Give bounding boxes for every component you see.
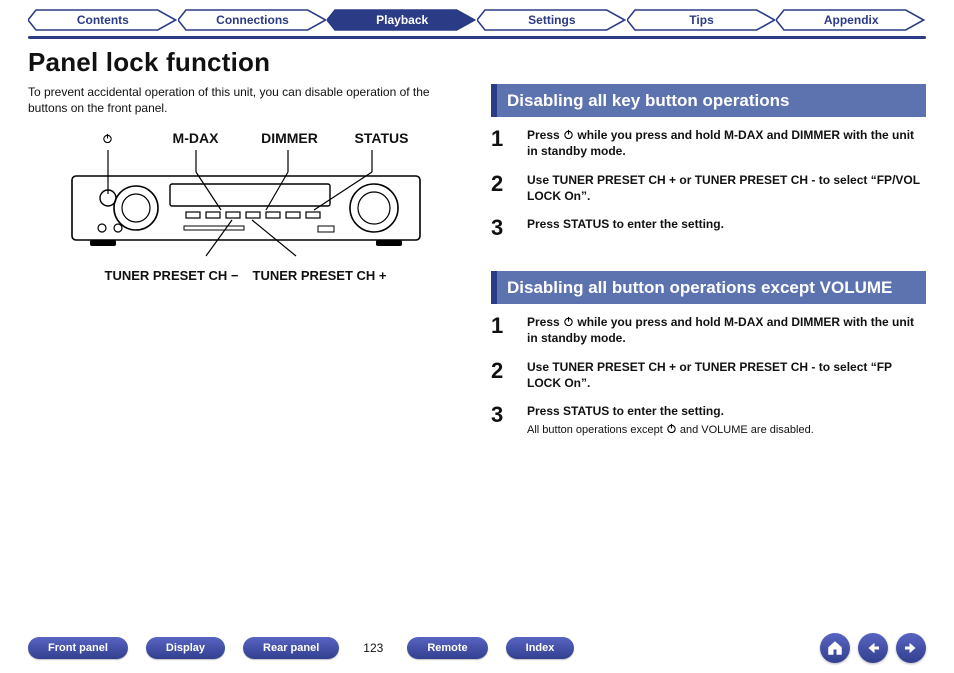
tab-tips[interactable]: Tips <box>627 8 777 32</box>
top-tab-bar: Contents Connections Playback Settings T… <box>28 8 926 32</box>
power-icon <box>563 129 574 140</box>
step-number: 2 <box>491 172 511 204</box>
section-heading: Disabling all button operations except V… <box>491 271 926 304</box>
step: 2 Use TUNER PRESET CH + or TUNER PRESET … <box>491 359 926 391</box>
power-icon <box>563 316 574 327</box>
page-number: 123 <box>363 641 383 655</box>
receiver-illustration <box>66 150 426 260</box>
step-number: 1 <box>491 314 511 346</box>
page-title: Panel lock function <box>28 47 926 78</box>
step-number: 3 <box>491 216 511 239</box>
pill-display[interactable]: Display <box>146 637 225 659</box>
label-power <box>66 130 150 146</box>
nav-home-button[interactable] <box>820 633 850 663</box>
label-status: STATUS <box>338 130 426 146</box>
arrow-right-icon <box>902 639 920 657</box>
label-tuner-plus: TUNER PRESET CH + <box>253 268 387 283</box>
step-text: Press STATUS to enter the setting. All b… <box>527 403 814 438</box>
section-heading: Disabling all key button operations <box>491 84 926 117</box>
step-number: 1 <box>491 127 511 159</box>
step: 3 Press STATUS to enter the setting. All… <box>491 403 926 438</box>
label-dimmer: DIMMER <box>242 130 338 146</box>
front-panel-figure: M-DAX DIMMER STATUS <box>28 130 463 283</box>
step-text: Press STATUS to enter the setting. <box>527 216 724 239</box>
home-icon <box>826 639 844 657</box>
step-number: 2 <box>491 359 511 391</box>
footer: Front panel Display Rear panel 123 Remot… <box>28 625 926 663</box>
tab-connections[interactable]: Connections <box>178 8 328 32</box>
step-text: Use TUNER PRESET CH + or TUNER PRESET CH… <box>527 359 926 391</box>
arrow-left-icon <box>864 639 882 657</box>
pill-index[interactable]: Index <box>506 637 575 659</box>
step: 2 Use TUNER PRESET CH + or TUNER PRESET … <box>491 172 926 204</box>
step-text: Use TUNER PRESET CH + or TUNER PRESET CH… <box>527 172 926 204</box>
pill-front-panel[interactable]: Front panel <box>28 637 128 659</box>
tab-rule <box>28 36 926 39</box>
tab-settings[interactable]: Settings <box>477 8 627 32</box>
tab-appendix[interactable]: Appendix <box>776 8 926 32</box>
tab-playback[interactable]: Playback <box>327 8 477 32</box>
step: 3 Press STATUS to enter the setting. <box>491 216 926 239</box>
power-icon <box>666 423 677 434</box>
nav-next-button[interactable] <box>896 633 926 663</box>
step: 1 Press while you press and hold M-DAX a… <box>491 314 926 346</box>
power-icon <box>102 133 113 144</box>
tab-contents[interactable]: Contents <box>28 8 178 32</box>
step-number: 3 <box>491 403 511 438</box>
label-mdax: M-DAX <box>150 130 242 146</box>
step-text: Press while you press and hold M-DAX and… <box>527 314 926 346</box>
intro-text: To prevent accidental operation of this … <box>28 84 463 116</box>
label-tuner-minus: TUNER PRESET CH − <box>105 268 239 283</box>
nav-prev-button[interactable] <box>858 633 888 663</box>
step-text: Press while you press and hold M-DAX and… <box>527 127 926 159</box>
pill-remote[interactable]: Remote <box>407 637 487 659</box>
pill-rear-panel[interactable]: Rear panel <box>243 637 339 659</box>
step: 1 Press while you press and hold M-DAX a… <box>491 127 926 159</box>
